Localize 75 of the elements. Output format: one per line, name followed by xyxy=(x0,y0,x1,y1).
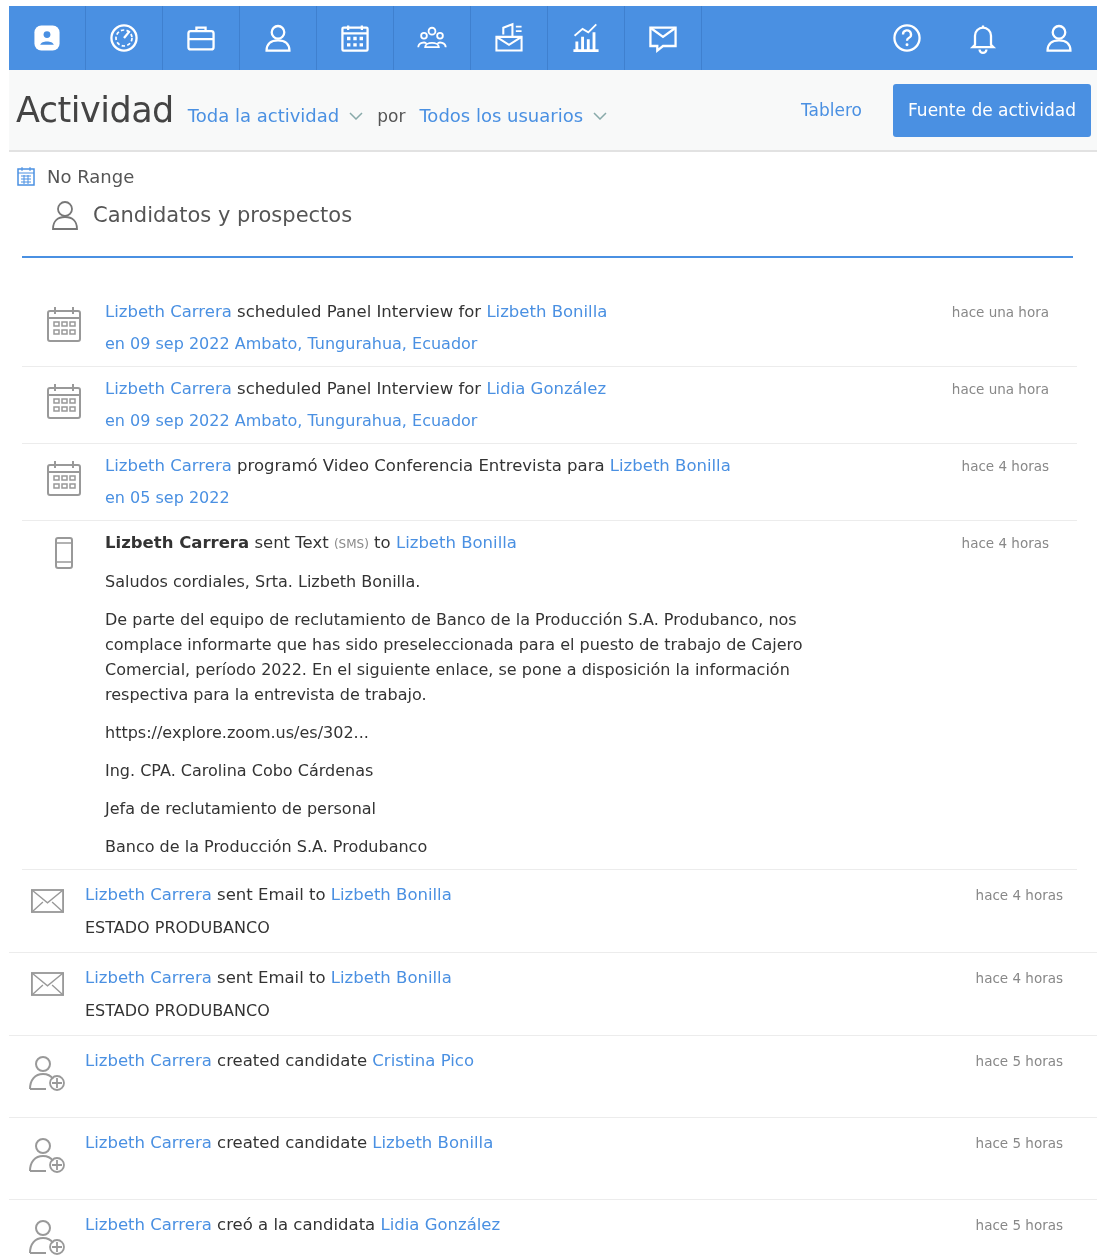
name-link[interactable]: Lizbeth Carrera xyxy=(85,885,212,904)
message-text: Jefa de reclutamiento de personal xyxy=(105,798,378,820)
date-range-label: No Range xyxy=(47,165,135,187)
chevron-down-icon xyxy=(593,111,608,120)
name-link[interactable]: Lizbeth Carrera xyxy=(85,1133,212,1152)
calendar-icon xyxy=(17,166,35,186)
name-link[interactable]: Lizbeth Carrera xyxy=(105,302,232,321)
page-title: Actividad xyxy=(16,90,174,130)
users-filter-dropdown[interactable]: Todos los usuarios xyxy=(419,105,608,126)
event-details-link[interactable]: en 09 sep 2022 Ambato, Tungurahua, Ecuador xyxy=(105,408,865,433)
name-link[interactable]: Lizbeth Bonilla xyxy=(609,456,731,475)
message-text: De parte del equipo de reclutamiento de Banco de la Producción S.A. Produbanco, nos complace informarte que has sido preseleccionada para el puesto de trabajo de Cajero Comercial, período 2022. En el siguiente enlace, se pone a disposición la información respectiva para la entrevista de trabajo. xyxy=(105,609,804,706)
timestamp: hace una hora xyxy=(950,303,1050,322)
person-icon xyxy=(262,22,294,54)
person-icon xyxy=(1043,22,1075,54)
name-link[interactable]: Lizbeth Bonilla xyxy=(372,1133,494,1152)
envelope-icon xyxy=(30,972,64,996)
activity-text: Lizbeth Carrera created candidate Lizbeth Bonilla xyxy=(85,1132,495,1154)
logo-icon xyxy=(31,22,63,54)
name-link[interactable]: Lizbeth Carrera xyxy=(85,968,212,987)
name-link[interactable]: Lizbeth Bonilla xyxy=(330,968,452,987)
activity-text: Lizbeth Carrera created candidate Cristina Pico xyxy=(85,1050,476,1072)
activity-text: Lizbeth Carrera sent Text (SMS) to Lizbeth Bonilla xyxy=(105,532,518,554)
activity-text: Lizbeth Carrera scheduled Panel Interview for Lidia González xyxy=(105,378,608,400)
timestamp: hace 4 horas xyxy=(974,886,1064,905)
activity-text: Lizbeth Carrera creó a la candidata Lidia González xyxy=(85,1214,502,1236)
envelope-megaphone-icon xyxy=(493,22,525,54)
event-details-link[interactable]: en 09 sep 2022 Ambato, Tungurahua, Ecuador xyxy=(105,331,865,356)
chevron-down-icon xyxy=(349,111,364,120)
view-tab[interactable]: Fuente de actividad xyxy=(893,83,1091,137)
help-icon xyxy=(891,22,923,54)
timestamp: hace 5 horas xyxy=(974,1216,1064,1235)
add-person-icon xyxy=(28,1219,66,1255)
calendar-icon xyxy=(339,22,371,54)
name-link[interactable]: Lizbeth Bonilla xyxy=(330,885,452,904)
name-link[interactable]: Lizbeth Carrera xyxy=(85,1215,212,1234)
name-link[interactable]: Lizbeth Carrera xyxy=(105,379,232,398)
calendar-icon xyxy=(46,460,81,496)
name-link[interactable]: Lizbeth Carrera xyxy=(85,1051,212,1070)
event-details-link[interactable]: en 05 sep 2022 xyxy=(105,485,865,510)
name-link[interactable]: Cristina Pico xyxy=(372,1051,475,1070)
section-title: Candidatos y prospectos xyxy=(93,203,353,227)
person-icon xyxy=(51,200,79,230)
message-text: https://explore.zoom.us/es/302... xyxy=(105,722,370,744)
name-link[interactable]: Lidia González xyxy=(486,379,607,398)
message-text: Ing. CPA. Carolina Cobo Cárdenas xyxy=(105,760,375,782)
gauge-icon xyxy=(108,22,140,54)
name-link[interactable]: Lizbeth Carrera xyxy=(105,456,232,475)
add-person-icon xyxy=(28,1055,66,1091)
view-tab[interactable]: Tablero xyxy=(786,83,877,137)
activity-filter-dropdown[interactable]: Toda la actividad xyxy=(187,105,364,126)
message-text: ESTADO PRODUBANCO xyxy=(85,1000,271,1022)
activity-text: Lizbeth Carrera programó Video Conferencia Entrevista para Lizbeth Bonilla xyxy=(105,455,732,477)
timestamp: hace 4 horas xyxy=(960,457,1050,476)
name-link[interactable]: Lizbeth Bonilla xyxy=(486,302,608,321)
activity-text: Lizbeth Carrera sent Email to Lizbeth Bonilla xyxy=(85,884,453,906)
joiner-label: por xyxy=(377,106,406,126)
calendar-icon xyxy=(46,306,81,342)
add-person-icon xyxy=(28,1137,66,1173)
message-text: Saludos cordiales, Srta. Lizbeth Bonilla. xyxy=(105,571,422,593)
name-link[interactable]: Lizbeth Bonilla xyxy=(395,533,517,552)
message-text: ESTADO PRODUBANCO xyxy=(85,917,271,939)
envelope-icon xyxy=(30,889,64,913)
timestamp: hace 5 horas xyxy=(974,1134,1064,1153)
name-link[interactable]: Lidia González xyxy=(380,1215,501,1234)
calendar-icon xyxy=(46,383,81,419)
timestamp: hace 5 horas xyxy=(974,1052,1064,1071)
activity-text: Lizbeth Carrera scheduled Panel Interview for Lizbeth Bonilla xyxy=(105,301,609,323)
timestamp: hace una hora xyxy=(950,380,1050,399)
phone-icon xyxy=(54,537,73,569)
bar-chart-icon xyxy=(570,22,602,54)
timestamp: hace 4 horas xyxy=(974,969,1064,988)
message-text: Banco de la Producción S.A. Produbanco xyxy=(105,836,429,858)
timestamp: hace 4 horas xyxy=(960,534,1050,553)
activity-text: Lizbeth Carrera sent Email to Lizbeth Bonilla xyxy=(85,967,453,989)
